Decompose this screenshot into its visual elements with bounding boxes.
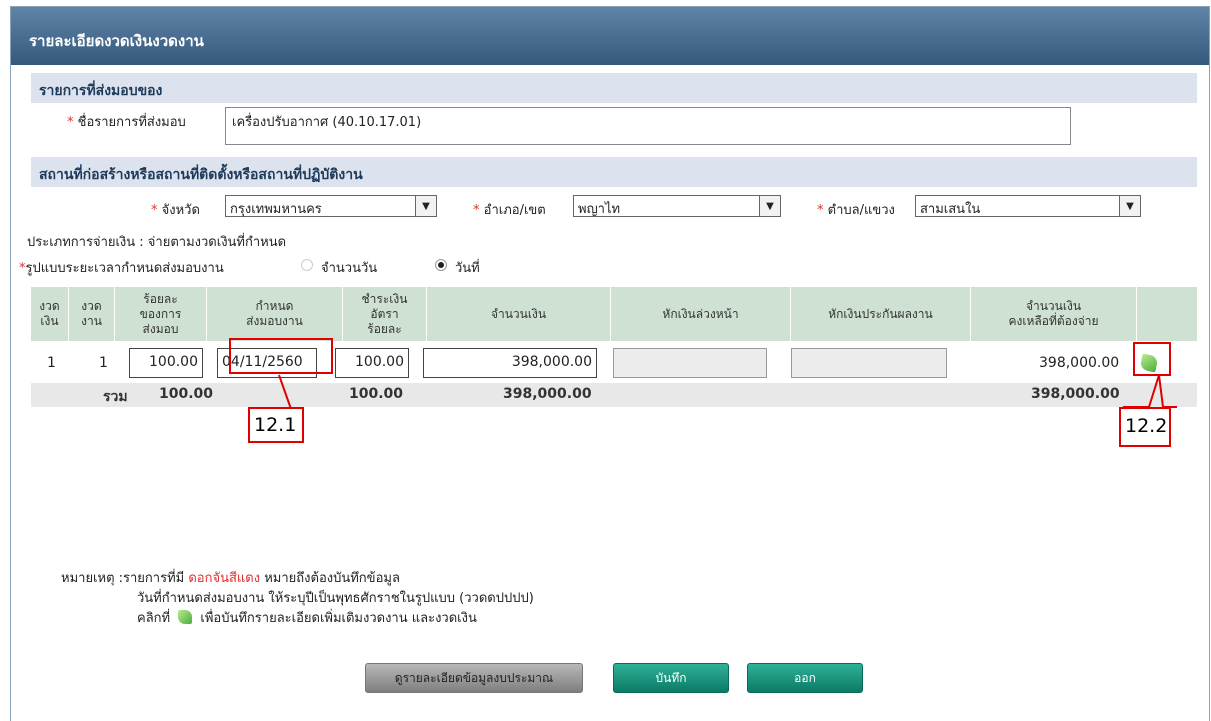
item-name-input[interactable]: เครื่องปรับอากาศ (40.10.17.01): [225, 107, 1071, 145]
budget-detail-button[interactable]: ดูรายละเอียดข้อมูลงบประมาณ: [365, 663, 583, 693]
total-row: รวม 100.00 100.00 398,000.00 398,000.00: [31, 383, 1197, 407]
province-label: * จังหวัด: [151, 203, 200, 218]
section-header-item: รายการที่ส่งมอบของ: [31, 73, 1197, 103]
district-select[interactable]: พญาไท ▼: [573, 195, 781, 217]
guarantee-deduction-input[interactable]: [791, 348, 947, 378]
work-no: 1: [99, 355, 108, 371]
item-name-label: * ชื่อรายการที่ส่งมอบ: [67, 115, 186, 130]
total-label: รวม: [103, 389, 128, 405]
district-label: * อำเภอ/เขต: [473, 203, 546, 218]
callout-12-1: 12.1: [248, 407, 304, 443]
radio-date[interactable]: [435, 259, 447, 271]
total-deliver-percent: 100.00: [159, 386, 214, 402]
col-header: ร้อยละ ของการ ส่งมอบ: [115, 287, 207, 341]
table-header: งวด เงิน งวด งาน ร้อยละ ของการ ส่งมอบ กำ…: [31, 287, 1197, 341]
callout-arrow-b: [1123, 374, 1177, 408]
highlight-edit-icon: [1133, 342, 1171, 376]
table-row: 1 1 100.00 04/11/2560 100.00 398,000.00 …: [31, 343, 1197, 383]
note-line-1: หมายเหตุ :รายการที่มี ดอกจันสีแดง หมายถึ…: [61, 571, 400, 586]
col-header: [1137, 287, 1197, 341]
subdistrict-select[interactable]: สามเสนใน ▼: [915, 195, 1141, 217]
radio-date-label: วันที่: [455, 261, 480, 276]
period-format-label: *รูปแบบระยะเวลากำหนดส่งมอบงาน: [19, 261, 224, 276]
chevron-down-icon: ▼: [1119, 196, 1140, 216]
total-pay-percent: 100.00: [349, 386, 404, 402]
exit-button[interactable]: ออก: [747, 663, 863, 693]
window-title: รายละเอียดงวดเงินงวดงาน: [29, 32, 204, 50]
province-select[interactable]: กรุงเทพมหานคร ▼: [225, 195, 437, 217]
total-amount: 398,000.00: [503, 386, 592, 402]
dialog-window: รายละเอียดงวดเงินงวดงาน รายการที่ส่งมอบข…: [10, 6, 1210, 721]
payment-type-text: ประเภทการจ่ายเงิน : จ่ายตามงวดเงินที่กำห…: [27, 235, 287, 250]
callout-arrow-a: [251, 374, 293, 410]
section-header-location: สถานที่ก่อสร้างหรือสถานที่ติดตั้งหรือสถา…: [31, 157, 1197, 187]
col-header: ชำระเงิน อัตรา ร้อยละ: [343, 287, 427, 341]
pay-percent-input[interactable]: 100.00: [335, 348, 409, 378]
title-bar: รายละเอียดงวดเงินงวดงาน: [11, 7, 1209, 65]
total-remaining: 398,000.00: [1031, 386, 1120, 402]
col-header: งวด เงิน: [31, 287, 69, 341]
deliver-percent-input[interactable]: 100.00: [129, 348, 203, 378]
advance-deduction-input[interactable]: [613, 348, 767, 378]
chevron-down-icon: ▼: [759, 196, 780, 216]
chevron-down-icon: ▼: [415, 196, 436, 216]
amount-input[interactable]: 398,000.00: [423, 348, 597, 378]
edit-detail-icon: [178, 610, 193, 624]
col-header: จำนวนเงิน: [427, 287, 611, 341]
radio-days[interactable]: [301, 259, 313, 271]
note-line-3: คลิกที่ เพื่อบันทึกรายละเอียดเพิ่มเติมงว…: [137, 610, 477, 626]
pay-no: 1: [47, 355, 56, 371]
col-header: หักเงินล่วงหน้า: [611, 287, 791, 341]
radio-days-label: จำนวนวัน: [321, 261, 378, 276]
save-button[interactable]: บันทึก: [613, 663, 729, 693]
callout-12-2: 12.2: [1119, 407, 1171, 447]
note-line-2: วันที่กำหนดส่งมอบงาน ให้ระบุปีเป็นพุทธศั…: [137, 591, 534, 606]
col-header: จำนวนเงิน คงเหลือที่ต้องจ่าย: [971, 287, 1137, 341]
col-header: งวด งาน: [69, 287, 115, 341]
col-header: หักเงินประกันผลงาน: [791, 287, 971, 341]
remaining-amount: 398,000.00: [1039, 355, 1120, 371]
subdistrict-label: * ตำบล/แขวง: [817, 203, 895, 218]
col-header: กำหนด ส่งมอบงาน: [207, 287, 343, 341]
